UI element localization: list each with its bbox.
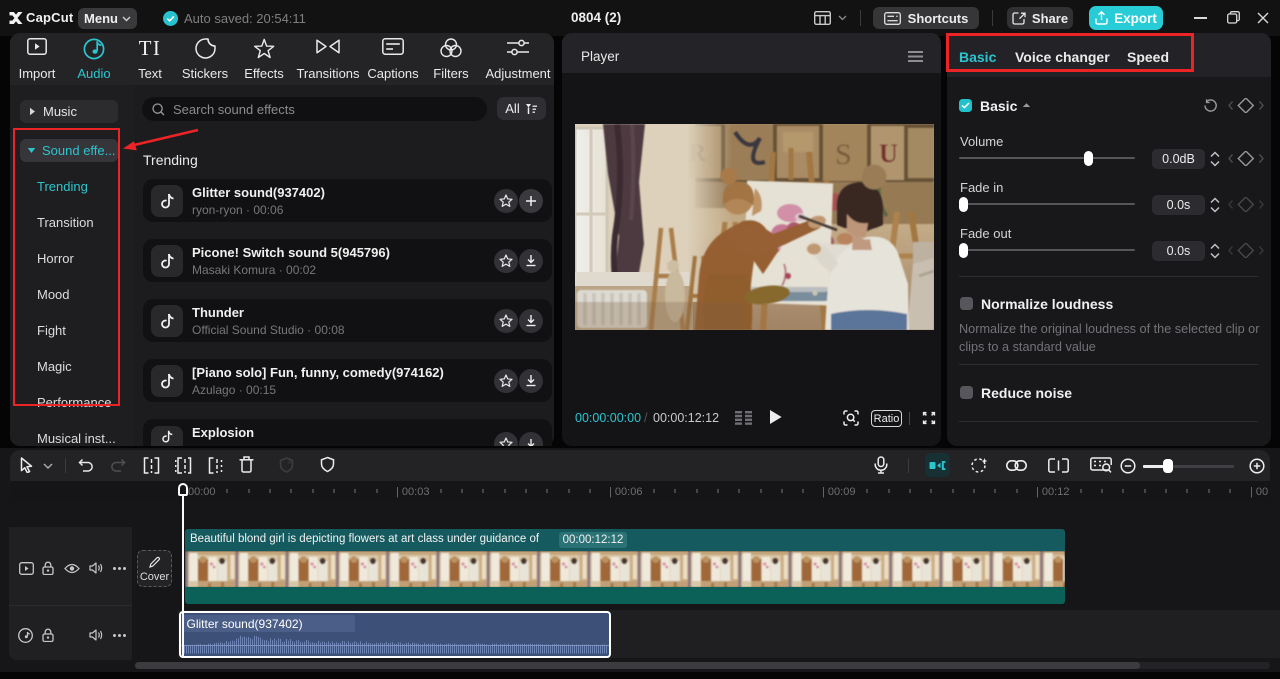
svg-text:AI: AI [288,460,293,466]
